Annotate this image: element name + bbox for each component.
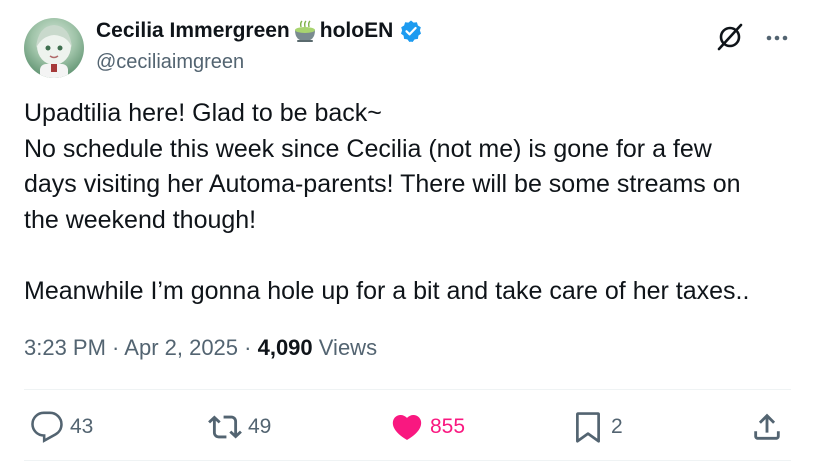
views-count: 4,090 bbox=[257, 335, 313, 360]
bookmark-button[interactable]: 2 bbox=[571, 405, 623, 449]
views-label: Views bbox=[318, 335, 378, 360]
tweet-line: days visiting her Automa-parents! There … bbox=[24, 170, 741, 198]
avatar[interactable] bbox=[24, 18, 84, 78]
tweet-time[interactable]: 3:23 PM bbox=[24, 335, 106, 360]
share-button[interactable] bbox=[750, 405, 784, 449]
repost-button[interactable]: 49 bbox=[208, 405, 271, 449]
author-name-suffix[interactable]: holoEN bbox=[320, 19, 394, 43]
tweet-line: Upadtilia here! Glad to be back~ bbox=[24, 99, 382, 127]
tweet-line: No schedule this week since Cecilia (not… bbox=[24, 134, 712, 163]
meta-separator: · bbox=[238, 335, 258, 360]
author-handle[interactable]: @ceciliaimgreen bbox=[96, 51, 244, 74]
green-tea-emoji-icon bbox=[292, 18, 318, 44]
grok-icon[interactable] bbox=[715, 22, 745, 52]
tweet-meta: 3:23 PM · Apr 2, 2025 · 4,090 Views bbox=[24, 335, 377, 361]
more-options-icon[interactable] bbox=[764, 22, 790, 52]
tweet-line: the weekend though! bbox=[24, 205, 257, 234]
like-count: 855 bbox=[430, 415, 466, 438]
meta-separator: · bbox=[105, 335, 125, 360]
action-bar: 43 49 855 2 bbox=[0, 405, 815, 449]
reply-icon bbox=[31, 411, 63, 443]
repost-count: 49 bbox=[248, 415, 272, 438]
reply-button[interactable]: 43 bbox=[30, 405, 93, 449]
tweet-text: Upadtilia here! Glad to be back~ No sche… bbox=[24, 96, 799, 309]
tweet-line: Meanwhile I’m gonna hole up for a bit an… bbox=[24, 276, 750, 305]
author-name-row[interactable]: Cecilia Immergreen holoEN bbox=[96, 18, 423, 44]
bookmark-count: 2 bbox=[611, 415, 623, 438]
heart-icon bbox=[392, 414, 422, 440]
author-display-name[interactable]: Cecilia Immergreen bbox=[96, 19, 290, 43]
reply-count: 43 bbox=[70, 415, 94, 438]
tweet-date[interactable]: Apr 2, 2025 bbox=[124, 335, 238, 360]
verified-badge-icon[interactable] bbox=[399, 19, 423, 43]
divider bbox=[24, 460, 791, 461]
divider bbox=[24, 389, 791, 390]
like-button[interactable]: 855 bbox=[390, 405, 465, 449]
bookmark-icon bbox=[576, 412, 600, 443]
share-icon bbox=[754, 413, 780, 440]
repost-icon bbox=[208, 415, 242, 439]
